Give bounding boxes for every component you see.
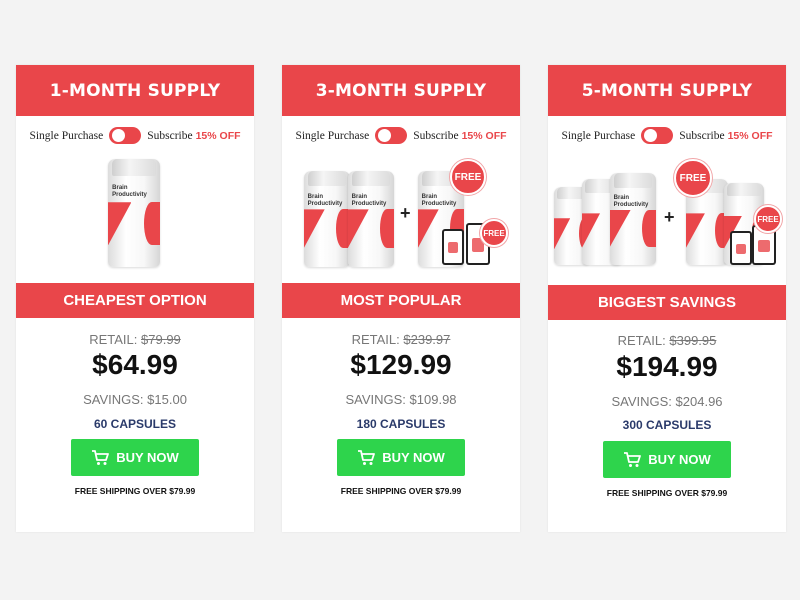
retail-price: RETAIL: $239.97 [351, 332, 451, 347]
subscribe-toggle[interactable] [375, 127, 408, 144]
cart-icon [624, 451, 642, 467]
card-banner: CHEAPEST OPTION [16, 283, 254, 318]
savings: SAVINGS: $204.96 [611, 394, 723, 409]
retail-price-value: $79.99 [141, 332, 181, 347]
subscribe-label: Subscribe [413, 129, 459, 142]
card-title: 1-MONTH SUPPLY [16, 65, 254, 116]
subscribe-toggle[interactable] [109, 127, 142, 144]
buy-now-label: BUY NOW [648, 452, 711, 467]
free-shipping-note: FREE SHIPPING OVER $79.99 [340, 486, 462, 496]
retail-price: RETAIL: $399.95 [617, 333, 717, 348]
card-banner: BIGGEST SAVINGS [548, 285, 786, 320]
buy-now-label: BUY NOW [382, 450, 445, 465]
subscribe-label: Subscribe [147, 129, 193, 142]
toggle-knob [378, 129, 392, 142]
pricing-card-3-month: 3-MONTH SUPPLY Single Purchase Subscribe… [282, 65, 520, 532]
free-badge: FREE [450, 159, 486, 195]
retail-price-value: $399.95 [669, 333, 717, 348]
capsule-count: 300 CAPSULES [622, 418, 712, 432]
free-badge: FREE [480, 219, 508, 247]
discount-label: 15% OFF [727, 129, 773, 142]
savings-value: $15.00 [147, 392, 187, 407]
retail-price: RETAIL: $79.99 [89, 332, 181, 347]
card-title: 3-MONTH SUPPLY [282, 65, 520, 116]
ebook-tablet [442, 229, 464, 265]
toggle-knob [644, 129, 658, 142]
free-shipping-note: FREE SHIPPING OVER $79.99 [74, 486, 196, 496]
buy-now-button[interactable]: BUY NOW [337, 439, 465, 476]
single-purchase-label: Single Purchase [561, 129, 636, 142]
pricing-card-5-month: 5-MONTH SUPPLY Single Purchase Subscribe… [548, 65, 786, 532]
savings-value: $109.98 [409, 392, 457, 407]
free-shipping-note: FREE SHIPPING OVER $79.99 [606, 488, 728, 498]
supplement-bottle: Brain Productivity [108, 159, 160, 267]
capsule-count: 180 CAPSULES [356, 417, 446, 431]
ebook-tablet [730, 231, 752, 265]
purchase-type-toggle-row: Single Purchase Subscribe 15% OFF [282, 127, 520, 144]
discount-label: 15% OFF [195, 129, 241, 142]
buy-now-button[interactable]: BUY NOW [71, 439, 199, 476]
product-image: Brain Productivity Brain Productivity + … [282, 157, 520, 277]
purchase-type-toggle-row: Single Purchase Subscribe 15% OFF [16, 127, 254, 144]
free-badge: FREE [674, 159, 712, 197]
single-purchase-label: Single Purchase [29, 129, 104, 142]
card-title: 5-MONTH SUPPLY [548, 65, 786, 116]
buy-now-label: BUY NOW [116, 450, 179, 465]
supplement-bottle: Brain Productivity [610, 173, 656, 265]
sale-price: $194.99 [616, 351, 718, 382]
supplement-bottle: Brain Productivity [348, 171, 394, 267]
product-image: Brain Productivity + FREE FREE [548, 157, 786, 277]
discount-label: 15% OFF [461, 129, 507, 142]
savings: SAVINGS: $109.98 [345, 392, 457, 407]
subscribe-toggle[interactable] [641, 127, 674, 144]
toggle-knob [112, 129, 126, 142]
retail-price-value: $239.97 [403, 332, 451, 347]
card-banner: MOST POPULAR [282, 283, 520, 318]
plus-sign: + [664, 207, 675, 227]
cart-icon [358, 449, 376, 465]
savings: SAVINGS: $15.00 [83, 392, 187, 407]
subscribe-label: Subscribe [679, 129, 725, 142]
single-purchase-label: Single Purchase [295, 129, 370, 142]
supplement-bottle: Brain Productivity [304, 171, 350, 267]
plus-sign: + [400, 203, 411, 223]
purchase-type-toggle-row: Single Purchase Subscribe 15% OFF [548, 127, 786, 144]
sale-price: $64.99 [92, 349, 178, 380]
pricing-card-1-month: 1-MONTH SUPPLY Single Purchase Subscribe… [16, 65, 254, 532]
savings-value: $204.96 [675, 394, 723, 409]
buy-now-button[interactable]: BUY NOW [603, 441, 731, 478]
sale-price: $129.99 [350, 349, 452, 380]
free-badge: FREE [754, 205, 782, 233]
cart-icon [92, 449, 110, 465]
capsule-count: 60 CAPSULES [93, 417, 177, 431]
product-image: Brain Productivity [16, 157, 254, 277]
